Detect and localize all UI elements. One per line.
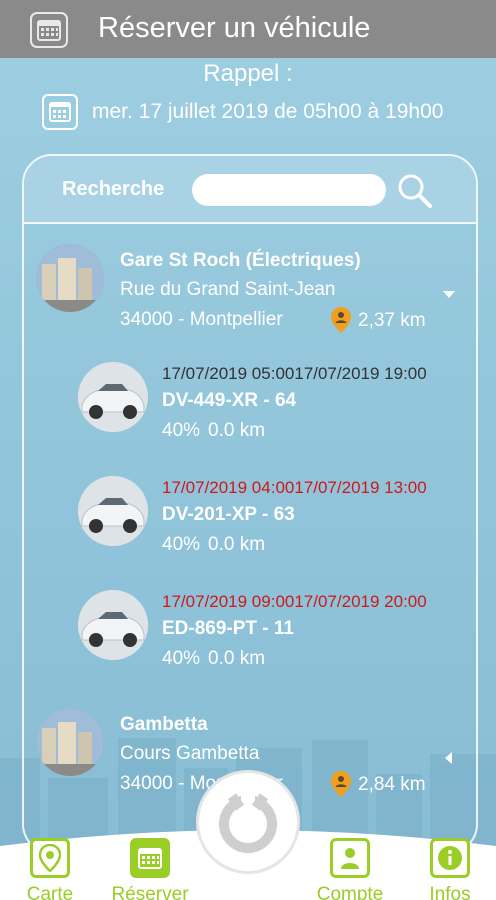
expand-arrow-icon[interactable] — [442, 751, 456, 765]
user-icon — [330, 838, 370, 878]
reservation-range: 17/07/2019 09:0017/07/2019 20:00 — [162, 592, 427, 611]
collapse-arrow-icon[interactable] — [442, 287, 456, 301]
mileage: 0.0 km — [208, 420, 266, 441]
info-icon — [430, 838, 470, 878]
nav-item-compte[interactable]: Compte — [300, 838, 400, 900]
location-pin-icon — [331, 771, 351, 797]
app-logo-icon — [219, 793, 277, 853]
nav-label: Réserver — [111, 884, 189, 900]
nav-label: Compte — [316, 884, 384, 900]
page-title: Réserver un véhicule — [98, 12, 371, 44]
vehicle-photo — [78, 362, 148, 432]
vehicle-item[interactable]: 17/07/2019 09:0017/07/2019 20:00 ED-869-… — [24, 590, 476, 690]
nav-item-carte[interactable]: Carte — [0, 838, 100, 900]
nav-item-infos[interactable]: Infos — [400, 838, 496, 900]
station-street: Rue du Grand Saint-Jean — [120, 279, 336, 300]
nav-item-reserver[interactable]: Réserver — [100, 838, 200, 900]
vehicle-plate: ED-869-PT - 11 — [162, 618, 294, 639]
location-pin-icon — [331, 307, 351, 333]
vehicle-photo — [78, 476, 148, 546]
station-item[interactable]: Gare St Roch (Électriques) Rue du Grand … — [24, 234, 476, 333]
vehicle-stats: 40% 0.0 km — [162, 534, 265, 556]
reminder-label: Rappel : — [203, 60, 293, 87]
station-street: Cours Gambetta — [120, 743, 260, 764]
stations-panel: Recherche Gare St Roch (Électriques) Rue… — [22, 154, 478, 854]
app-header: Réserver un véhicule — [0, 0, 496, 58]
calendar-icon — [42, 94, 78, 130]
vehicle-photo — [78, 590, 148, 660]
mileage: 0.0 km — [208, 648, 266, 669]
reservation-range: 17/07/2019 04:0017/07/2019 13:00 — [162, 478, 427, 497]
reminder-date-text: mer. 17 juillet 2019 de 05h00 à 19h00 — [92, 100, 444, 123]
vehicle-stats: 40% 0.0 km — [162, 648, 265, 670]
nav-label: Carte — [26, 884, 74, 900]
reservation-range: 17/07/2019 05:0017/07/2019 19:00 — [162, 364, 427, 383]
calendar-icon — [37, 20, 61, 41]
station-distance: 2,84 km — [358, 774, 426, 795]
calendar-button[interactable] — [30, 12, 68, 48]
vehicle-item[interactable]: 17/07/2019 04:0017/07/2019 13:00 DV-201-… — [24, 476, 476, 576]
search-label: Recherche — [62, 178, 165, 200]
station-name: Gare St Roch (Électriques) — [120, 250, 361, 271]
vehicle-plate: DV-201-XP - 63 — [162, 504, 295, 525]
station-distance: 2,37 km — [358, 310, 426, 331]
battery-level: 40% — [162, 420, 201, 441]
vehicle-stats: 40% 0.0 km — [162, 420, 265, 442]
station-city: 34000 - Montpellier — [120, 309, 283, 330]
vehicle-plate: DV-449-XR - 64 — [162, 390, 297, 411]
search-icon[interactable] — [396, 172, 434, 210]
mileage: 0.0 km — [208, 534, 266, 555]
search-input[interactable] — [192, 174, 386, 206]
center-action-button[interactable] — [196, 770, 300, 874]
vehicle-item[interactable]: 17/07/2019 05:0017/07/2019 19:00 DV-449-… — [24, 362, 476, 462]
search-bar: Recherche — [24, 156, 476, 224]
calendar-icon — [130, 838, 170, 878]
battery-level: 40% — [162, 534, 201, 555]
reminder-date-row[interactable]: mer. 17 juillet 2019 de 05h00 à 19h00 — [42, 94, 443, 130]
station-name: Gambetta — [120, 714, 208, 735]
map-pin-icon — [30, 838, 70, 878]
station-photo — [36, 244, 104, 312]
station-photo — [36, 708, 104, 776]
nav-label: Infos — [429, 884, 471, 900]
battery-level: 40% — [162, 648, 201, 669]
